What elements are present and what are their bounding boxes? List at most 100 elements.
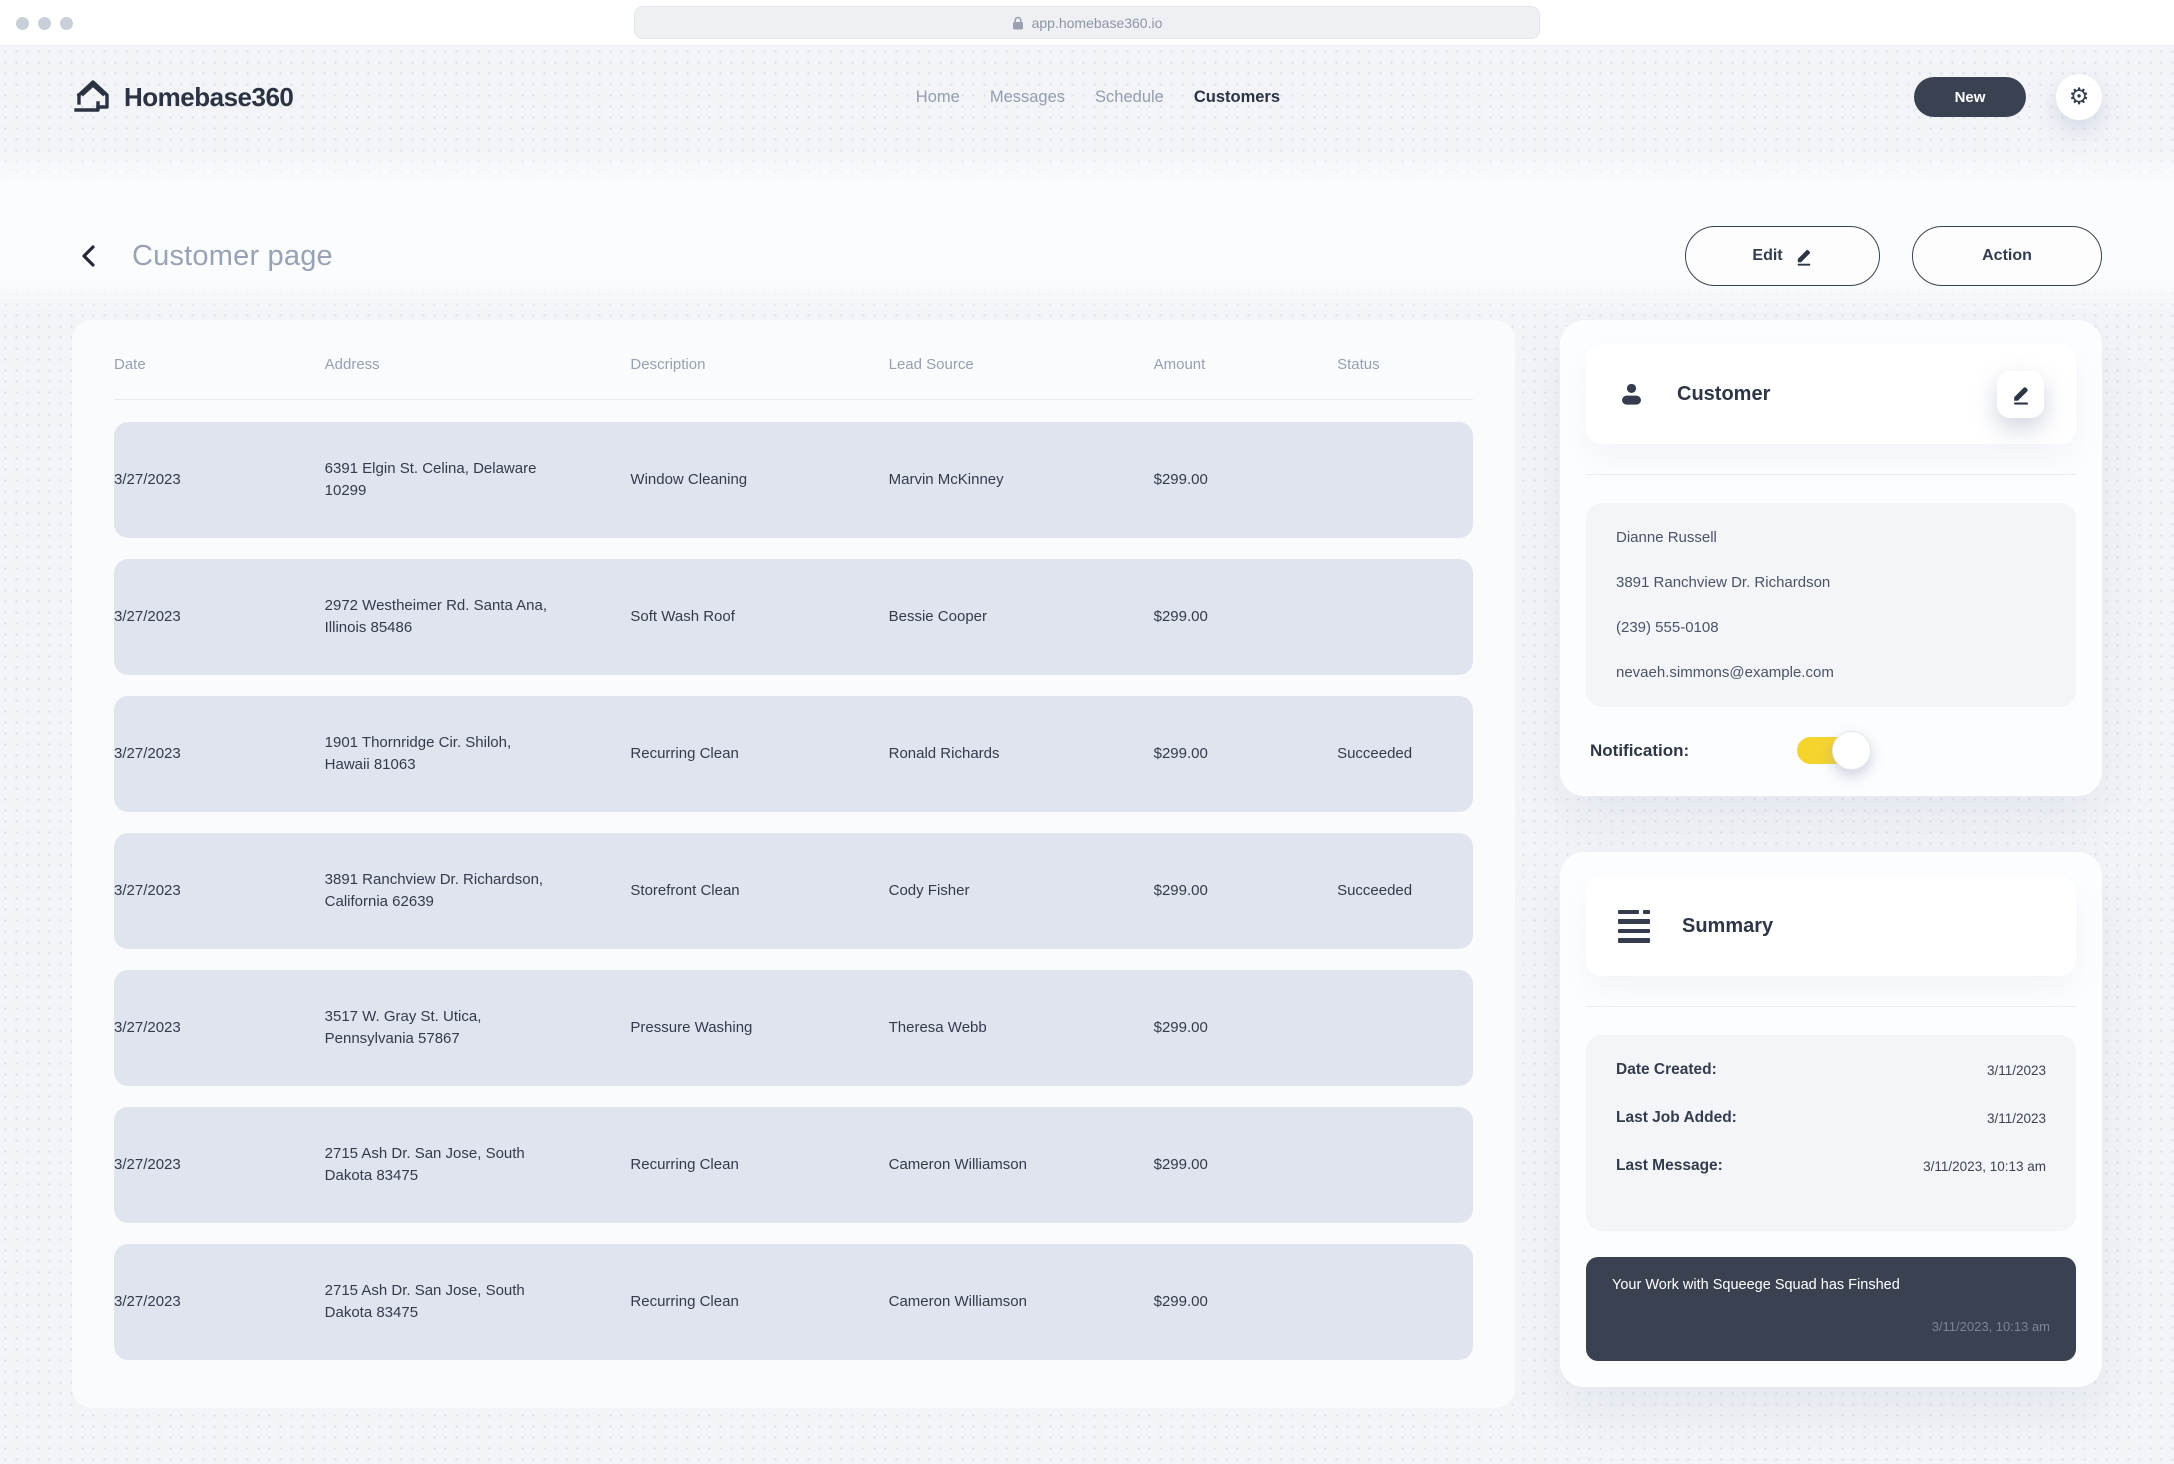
navbar-actions: New ⚙ <box>1914 74 2102 120</box>
cell-description: Recurring Clean <box>630 1291 888 1313</box>
summary-fields-panel: Date Created: 3/11/2023 Last Job Added: … <box>1586 1035 2076 1231</box>
summary-lines-icon <box>1618 910 1650 943</box>
cell-address: 2715 Ash Dr. San Jose, South Dakota 8347… <box>325 1143 631 1187</box>
customer-phone: (239) 555-0108 <box>1616 619 2046 636</box>
settings-button[interactable]: ⚙ <box>2056 74 2102 120</box>
cell-lead-source: Marvin McKinney <box>889 469 1154 491</box>
cell-lead-source: Bessie Cooper <box>889 606 1154 628</box>
table-column-header: Status <box>1337 356 1473 373</box>
customer-info-panel: Dianne Russell 3891 Ranchview Dr. Richar… <box>1586 503 2076 707</box>
cell-address: 2972 Westheimer Rd. Santa Ana, Illinois … <box>325 595 631 639</box>
table-header-row: Date Address Description Lead Source Amo… <box>114 344 1473 373</box>
cell-description: Pressure Washing <box>630 1017 888 1039</box>
gear-icon: ⚙ <box>2069 86 2090 109</box>
customer-card: Customer Dianne Russell 3891 Ranchview D… <box>1560 320 2102 796</box>
page-actions: Edit Action <box>1685 226 2102 286</box>
app-page: Homebase360 Home Messages Schedule Custo… <box>0 46 2174 1464</box>
cell-amount: $299.00 <box>1154 1291 1337 1313</box>
table-row[interactable]: 3/27/2023 1901 Thornridge Cir. Shiloh, H… <box>114 696 1473 812</box>
brand-logo: Homebase360 <box>72 76 293 118</box>
table-row[interactable]: 3/27/2023 2715 Ash Dr. San Jose, South D… <box>114 1244 1473 1360</box>
cell-date: 3/27/2023 <box>114 1017 325 1039</box>
cell-date: 3/27/2023 <box>114 880 325 902</box>
cell-amount: $299.00 <box>1154 606 1337 628</box>
cell-lead-source: Ronald Richards <box>889 743 1154 765</box>
pencil-icon <box>2010 384 2031 405</box>
nav-link[interactable]: Messages <box>990 88 1065 107</box>
address-bar[interactable]: app.homebase360.io <box>634 6 1540 39</box>
customer-card-title: Customer <box>1677 383 1770 406</box>
house-logo-icon <box>72 76 114 118</box>
table-column-header: Lead Source <box>889 356 1154 373</box>
cell-address: 1901 Thornridge Cir. Shiloh, Hawaii 8106… <box>325 732 631 776</box>
cell-lead-source: Theresa Webb <box>889 1017 1154 1039</box>
edit-button-label: Edit <box>1752 247 1782 265</box>
notification-label: Notification: <box>1590 741 1689 761</box>
cell-amount: $299.00 <box>1154 743 1337 765</box>
divider <box>1586 474 2076 475</box>
table-column-header: Date <box>114 356 325 373</box>
url-text: app.homebase360.io <box>1032 15 1163 31</box>
action-button-label: Action <box>1982 247 2032 265</box>
cell-status: Succeeded <box>1337 880 1473 902</box>
cell-amount: $299.00 <box>1154 469 1337 491</box>
window-dot[interactable] <box>60 17 73 30</box>
page-header: Customer page Edit Action <box>0 148 2174 314</box>
cell-date: 3/27/2023 <box>114 606 325 628</box>
table-row[interactable]: 3/27/2023 2715 Ash Dr. San Jose, South D… <box>114 1107 1473 1223</box>
cell-description: Storefront Clean <box>630 880 888 902</box>
cell-date: 3/27/2023 <box>114 1291 325 1313</box>
nav-link[interactable]: Customers <box>1194 88 1280 107</box>
summary-field-label: Last Message: <box>1616 1157 1723 1175</box>
table-row[interactable]: 3/27/2023 3517 W. Gray St. Utica, Pennsy… <box>114 970 1473 1086</box>
new-button[interactable]: New <box>1914 77 2026 117</box>
table-column-header: Description <box>630 356 888 373</box>
cell-status: Succeeded <box>1337 743 1473 765</box>
summary-field-row: Last Job Added: 3/11/2023 <box>1616 1109 2046 1127</box>
browser-chrome: app.homebase360.io <box>0 0 2174 46</box>
top-navbar: Homebase360 Home Messages Schedule Custo… <box>0 46 2174 148</box>
cell-amount: $299.00 <box>1154 1154 1337 1176</box>
customer-card-header: Customer <box>1586 344 2076 444</box>
table-body: 3/27/2023 6391 Elgin St. Celina, Delawar… <box>114 422 1473 1360</box>
cell-date: 3/27/2023 <box>114 743 325 765</box>
summary-field-row: Date Created: 3/11/2023 <box>1616 1061 2046 1079</box>
cell-amount: $299.00 <box>1154 880 1337 902</box>
content-area: Date Address Description Lead Source Amo… <box>0 314 2174 1408</box>
jobs-table-card: Date Address Description Lead Source Amo… <box>72 320 1515 1408</box>
cell-address: 6391 Elgin St. Celina, Delaware 10299 <box>325 458 631 502</box>
person-icon <box>1618 381 1645 408</box>
divider <box>1586 1006 2076 1007</box>
window-dot[interactable] <box>38 17 51 30</box>
last-message-box: Your Work with Squeege Squad has Finshed… <box>1586 1257 2076 1361</box>
summary-field-label: Last Job Added: <box>1616 1109 1737 1127</box>
pencil-icon <box>1794 247 1813 266</box>
cell-description: Recurring Clean <box>630 1154 888 1176</box>
table-row[interactable]: 3/27/2023 3891 Ranchview Dr. Richardson,… <box>114 833 1473 949</box>
brand-name: Homebase360 <box>124 82 293 113</box>
table-row[interactable]: 3/27/2023 2972 Westheimer Rd. Santa Ana,… <box>114 559 1473 675</box>
cell-address: 3891 Ranchview Dr. Richardson, Californi… <box>325 869 631 913</box>
summary-field-value: 3/11/2023, 10:13 am <box>1923 1159 2046 1174</box>
window-controls[interactable] <box>16 0 73 46</box>
notification-toggle[interactable] <box>1797 737 1859 764</box>
summary-card-header: Summary <box>1586 876 2076 976</box>
cell-lead-source: Cody Fisher <box>889 880 1154 902</box>
nav-link[interactable]: Schedule <box>1095 88 1164 107</box>
customer-email: nevaeh.simmons@example.com <box>1616 664 2046 681</box>
table-row[interactable]: 3/27/2023 6391 Elgin St. Celina, Delawar… <box>114 422 1473 538</box>
customer-name: Dianne Russell <box>1616 529 2046 546</box>
edit-button[interactable]: Edit <box>1685 226 1880 286</box>
lock-icon <box>1012 16 1024 30</box>
summary-field-value: 3/11/2023 <box>1987 1063 2046 1078</box>
last-message-text: Your Work with Squeege Squad has Finshed <box>1612 1277 2050 1293</box>
back-button[interactable] <box>72 238 106 274</box>
cell-description: Soft Wash Roof <box>630 606 888 628</box>
notification-row: Notification: <box>1586 737 2076 770</box>
window-dot[interactable] <box>16 17 29 30</box>
nav-link[interactable]: Home <box>916 88 960 107</box>
action-button[interactable]: Action <box>1912 226 2102 286</box>
customer-edit-button[interactable] <box>1997 371 2044 418</box>
right-column: Customer Dianne Russell 3891 Ranchview D… <box>1560 320 2102 1387</box>
cell-amount: $299.00 <box>1154 1017 1337 1039</box>
